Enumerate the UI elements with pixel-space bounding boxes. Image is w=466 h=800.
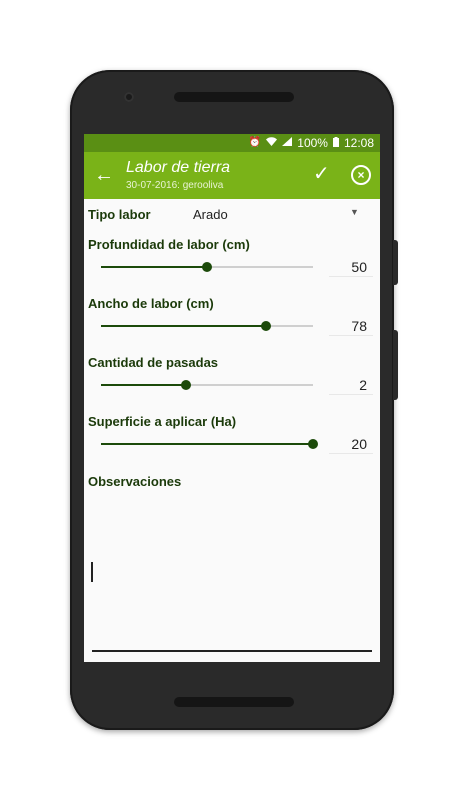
superficie-label: Superficie a aplicar (Ha) [88,414,237,429]
signal-icon [282,137,293,149]
screen: ⏰ 100% 12:08 ← Labor de tierra 30-07-201… [84,134,380,662]
superficie-value-field[interactable]: 20 [329,436,373,454]
observaciones-textarea[interactable] [92,650,372,652]
ancho-slider-block: Ancho de labor (cm) 78 [84,296,380,354]
slider-thumb[interactable] [261,321,272,331]
pasadas-label: Cantidad de pasadas [88,355,219,370]
tipo-labor-label: Tipo labor [88,207,151,222]
slider-thumb[interactable] [202,262,212,272]
ancho-label: Ancho de labor (cm) [88,296,214,311]
slider-fill [101,443,313,445]
page-title: Labor de tierra [126,159,231,176]
alarm-icon: ⏰ [248,137,262,148]
profundidad-label: Profundidad de labor (cm) [88,237,250,252]
slider-fill [101,266,207,268]
pasadas-value-field[interactable]: 2 [329,377,373,395]
page-subtitle: 30-07-2016: gerooliva [126,180,224,191]
tipo-labor-select[interactable]: Arado [193,207,228,222]
volume-button [393,240,398,285]
profundidad-value-field[interactable]: 50 [329,259,373,277]
slider-fill [101,325,267,327]
pasadas-slider[interactable] [101,380,313,390]
app-bar: ← Labor de tierra 30-07-2016: gerooliva … [84,152,380,199]
slider-fill [101,384,186,386]
front-camera [124,92,134,102]
confirm-check-icon[interactable]: ✓ [313,162,330,186]
bottom-speaker [174,697,294,707]
superficie-slider-block: Superficie a aplicar (Ha) 20 [84,414,380,472]
power-button [393,330,398,400]
wifi-icon [266,137,278,149]
pasadas-slider-block: Cantidad de pasadas 2 [84,355,380,413]
clock: 12:08 [343,136,374,150]
slider-thumb[interactable] [180,380,191,390]
profundidad-slider-block: Profundidad de labor (cm) 50 [84,237,380,295]
slider-thumb[interactable] [308,439,318,449]
ancho-slider[interactable] [101,321,313,331]
superficie-slider[interactable] [101,439,318,449]
profundidad-slider[interactable] [101,262,313,272]
battery-percent: 100% [297,136,328,150]
cancel-circle-icon[interactable]: × [351,165,371,185]
dropdown-caret-icon[interactable]: ▼ [350,207,359,217]
observaciones-label: Observaciones [88,474,182,489]
text-cursor [91,562,93,582]
tipo-labor-row: Tipo labor Arado ▼ [84,205,380,225]
battery-icon [332,136,339,150]
back-arrow-icon[interactable]: ← [94,163,114,187]
ancho-value-field[interactable]: 78 [329,318,373,336]
earpiece-speaker [174,92,294,102]
status-bar: ⏰ 100% 12:08 [84,134,380,152]
